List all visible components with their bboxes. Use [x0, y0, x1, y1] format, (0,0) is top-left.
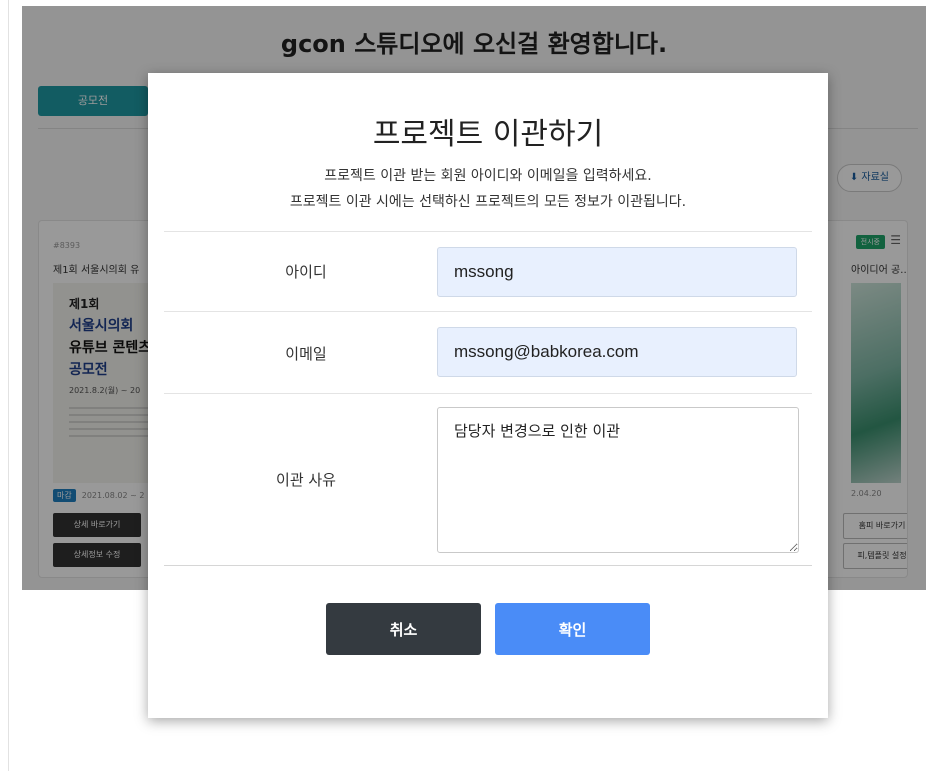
id-label: 아이디: [285, 263, 327, 281]
left-divider: [8, 0, 9, 771]
transfer-project-dialog: 프로젝트 이관하기 프로젝트 이관 받는 회원 아이디와 이메일을 입력하세요.…: [148, 73, 828, 718]
id-input[interactable]: [437, 247, 797, 297]
cancel-button[interactable]: 취소: [326, 603, 481, 655]
dialog-title: 프로젝트 이관하기: [372, 117, 604, 152]
email-input[interactable]: [437, 327, 797, 377]
reason-textarea[interactable]: 담당자 변경으로 인한 이관: [437, 407, 799, 553]
form-divider: [164, 393, 812, 394]
reason-label: 이관 사유: [276, 471, 336, 489]
confirm-button[interactable]: 확인: [495, 603, 650, 655]
dialog-description: 프로젝트 이관 받는 회원 아이디와 이메일을 입력하세요.: [324, 168, 652, 184]
form-divider: [164, 565, 812, 566]
form-divider: [164, 231, 812, 232]
dialog-description: 프로젝트 이관 시에는 선택하신 프로젝트의 모든 정보가 이관됩니다.: [289, 194, 687, 210]
email-label: 이메일: [285, 345, 327, 363]
form-divider: [164, 311, 812, 312]
